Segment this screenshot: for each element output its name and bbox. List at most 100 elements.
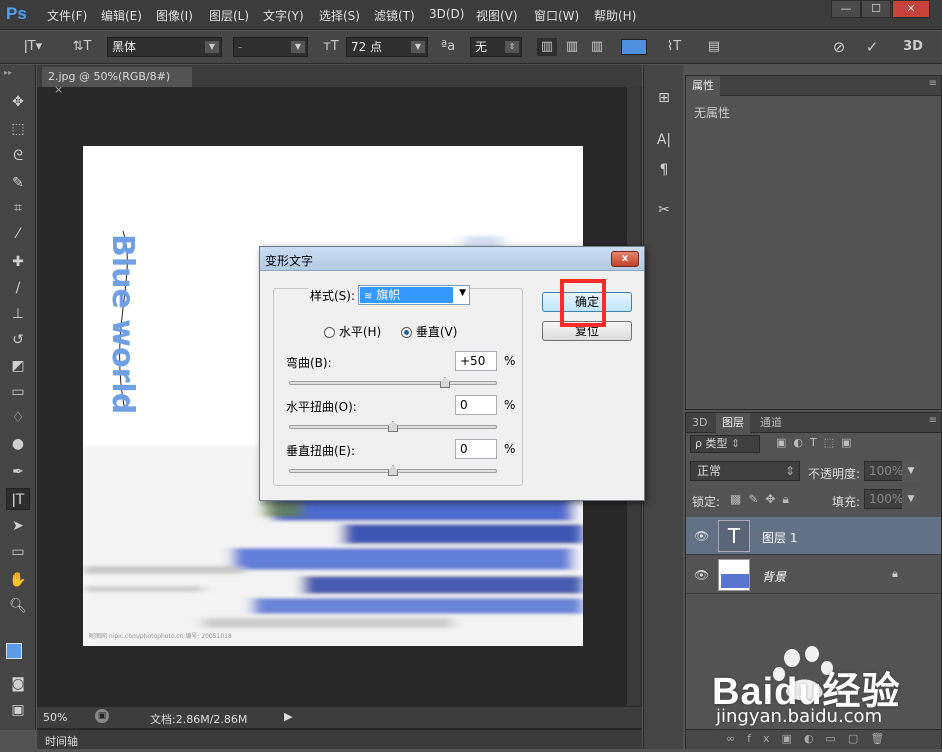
- lock-icons[interactable]: ▩✎✥🔒︎: [730, 492, 796, 507]
- panel-menu-icon[interactable]: ≡: [929, 415, 937, 426]
- blur-tool-icon[interactable]: ♢: [6, 407, 30, 429]
- menu-view[interactable]: 视图(V): [476, 7, 518, 24]
- eyedropper-tool-icon[interactable]: ⁄: [6, 223, 30, 245]
- menu-select[interactable]: 选择(S): [319, 7, 360, 24]
- layer-row[interactable]: 👁︎ T 图层 1: [686, 517, 941, 555]
- tool-presets-icon[interactable]: ✂: [652, 199, 676, 221]
- horizontal-radio-label: 水平(H): [338, 325, 382, 339]
- panel-menu-icon[interactable]: ≡: [929, 78, 937, 89]
- hand-tool-icon[interactable]: ✋: [6, 569, 30, 591]
- font-size-select[interactable]: 72 点 ▼: [346, 37, 428, 57]
- status-icon[interactable]: ▣: [95, 709, 109, 723]
- menu-3d[interactable]: 3D(D): [429, 7, 464, 21]
- menu-image[interactable]: 图像(I): [156, 7, 193, 24]
- vertical-radio[interactable]: 垂直(V): [401, 323, 457, 340]
- fill-dropdown-icon[interactable]: ▼: [902, 489, 920, 509]
- menu-window[interactable]: 窗口(W): [534, 7, 579, 24]
- zoom-level[interactable]: 50%: [43, 711, 67, 724]
- document-tab-title: 2.jpg @ 50%(RGB/8#): [48, 70, 171, 83]
- lasso-tool-icon[interactable]: ᘓ: [6, 145, 30, 167]
- history-panel-icon[interactable]: ⊞: [652, 87, 676, 109]
- align-right-icon[interactable]: ▥: [587, 38, 607, 56]
- eraser-tool-icon[interactable]: ◩: [6, 355, 30, 377]
- text-color-swatch[interactable]: [621, 39, 647, 55]
- quick-select-tool-icon[interactable]: ✎: [6, 172, 30, 194]
- layer-filter-icons[interactable]: ▣◐T⬚▣: [776, 436, 859, 449]
- opacity-dropdown-icon[interactable]: ▼: [902, 461, 920, 481]
- font-family-select[interactable]: 黑体 ▼: [107, 37, 222, 57]
- dialog-title-bar[interactable]: 变形文字 x: [260, 247, 644, 271]
- character-panel-icon[interactable]: A|: [652, 129, 676, 151]
- blend-mode-select[interactable]: 正常 ⇕: [690, 461, 800, 481]
- dialog-close-button[interactable]: x: [611, 251, 639, 267]
- marquee-tool-icon[interactable]: ⬚: [6, 118, 30, 140]
- horizontal-radio[interactable]: 水平(H): [324, 323, 381, 340]
- maximize-button[interactable]: ☐: [861, 0, 891, 18]
- tab-3d[interactable]: 3D: [686, 413, 713, 433]
- tab-properties[interactable]: 属性: [686, 76, 720, 96]
- text-orientation-icon[interactable]: ⇅T: [72, 38, 92, 56]
- menu-layer[interactable]: 图层(L): [209, 7, 249, 24]
- foreground-color-swatch[interactable]: [6, 643, 22, 659]
- style-select[interactable]: ≋ 旗帜 ▼: [358, 285, 470, 305]
- brush-tool-icon[interactable]: ∕: [6, 277, 30, 299]
- document-tab[interactable]: 2.jpg @ 50%(RGB/8#) ×: [42, 67, 192, 96]
- paragraph-panel-icon[interactable]: ¶: [652, 159, 676, 181]
- antialias-select[interactable]: 无 ⇕: [470, 37, 522, 57]
- status-bar: 50% ▣ 文档:2.86M/2.86M ▶: [37, 706, 642, 728]
- warped-text[interactable]: Blue world: [105, 234, 140, 414]
- menu-edit[interactable]: 编辑(E): [101, 7, 142, 24]
- quick-mask-icon[interactable]: ◙: [6, 673, 30, 695]
- bend-slider-track[interactable]: [289, 381, 497, 385]
- vertical-distortion-label: 垂直扭曲(E):: [286, 444, 355, 458]
- close-window-button[interactable]: ✕: [892, 0, 930, 18]
- history-brush-tool-icon[interactable]: ↺: [6, 329, 30, 351]
- menu-file[interactable]: 文件(F): [47, 7, 87, 24]
- rectangle-tool-icon[interactable]: ▭: [6, 541, 30, 563]
- 3d-button[interactable]: 3D: [899, 38, 927, 56]
- layer-filter-select[interactable]: ρ 类型 ⇕: [690, 435, 760, 453]
- clone-stamp-tool-icon[interactable]: ⊥: [6, 303, 30, 325]
- screen-mode-icon[interactable]: ▣: [6, 699, 30, 721]
- status-menu-arrow-icon[interactable]: ▶: [284, 710, 292, 723]
- vertical-distortion-percent: %: [504, 442, 516, 456]
- menu-filter[interactable]: 滤镜(T): [374, 7, 415, 24]
- warp-text-icon[interactable]: ⌇T: [664, 38, 684, 56]
- type-tool-preset-icon[interactable]: ǀT▾: [20, 38, 46, 56]
- healing-brush-tool-icon[interactable]: ✚: [6, 251, 30, 273]
- visibility-eye-icon[interactable]: 👁︎: [694, 568, 709, 582]
- close-tab-icon[interactable]: ×: [54, 83, 63, 96]
- character-panel-icon[interactable]: ▤: [704, 38, 724, 56]
- align-left-icon[interactable]: ▥: [537, 38, 557, 56]
- horizontal-distortion-input[interactable]: 0: [455, 395, 497, 415]
- type-tool-icon[interactable]: ǀT: [6, 488, 30, 510]
- properties-tab-bar: 属性 ≡: [686, 76, 941, 96]
- pen-tool-icon[interactable]: ✒: [6, 461, 30, 483]
- flag-warp-icon: ≋: [364, 291, 373, 302]
- collapse-icon[interactable]: ▸▸: [4, 68, 12, 77]
- bend-input[interactable]: +50: [455, 351, 497, 371]
- menu-type[interactable]: 文字(Y): [263, 7, 304, 24]
- dodge-tool-icon[interactable]: ●: [6, 433, 30, 455]
- gradient-tool-icon[interactable]: ▭: [6, 381, 30, 403]
- visibility-eye-icon[interactable]: 👁︎: [694, 529, 709, 543]
- layer-row[interactable]: 👁︎ 背景 🔒︎: [686, 556, 941, 594]
- menu-help[interactable]: 帮助(H): [594, 7, 636, 24]
- commit-icon[interactable]: ✓: [862, 38, 882, 56]
- vertical-distortion-input[interactable]: 0: [455, 439, 497, 459]
- tab-layers[interactable]: 图层: [716, 413, 750, 433]
- font-style-select[interactable]: - ▼: [233, 37, 308, 57]
- move-tool-icon[interactable]: ✥: [6, 91, 30, 113]
- path-select-tool-icon[interactable]: ➤: [6, 515, 30, 537]
- zoom-tool-icon[interactable]: 🔍︎: [6, 595, 30, 617]
- tab-channels[interactable]: 通道: [754, 413, 788, 433]
- minimize-button[interactable]: —: [831, 0, 861, 18]
- layer-name[interactable]: 图层 1: [762, 529, 797, 546]
- watermark-url: jingyan.baidu.com: [716, 706, 883, 727]
- align-center-icon[interactable]: ▥: [562, 38, 582, 56]
- chevron-updown-icon: ⇕: [505, 41, 519, 53]
- crop-tool-icon[interactable]: ⌗: [6, 197, 30, 219]
- cancel-icon[interactable]: ⊘: [829, 38, 849, 56]
- layer-name[interactable]: 背景: [762, 568, 786, 585]
- timeline-bar[interactable]: 时间轴: [37, 729, 642, 749]
